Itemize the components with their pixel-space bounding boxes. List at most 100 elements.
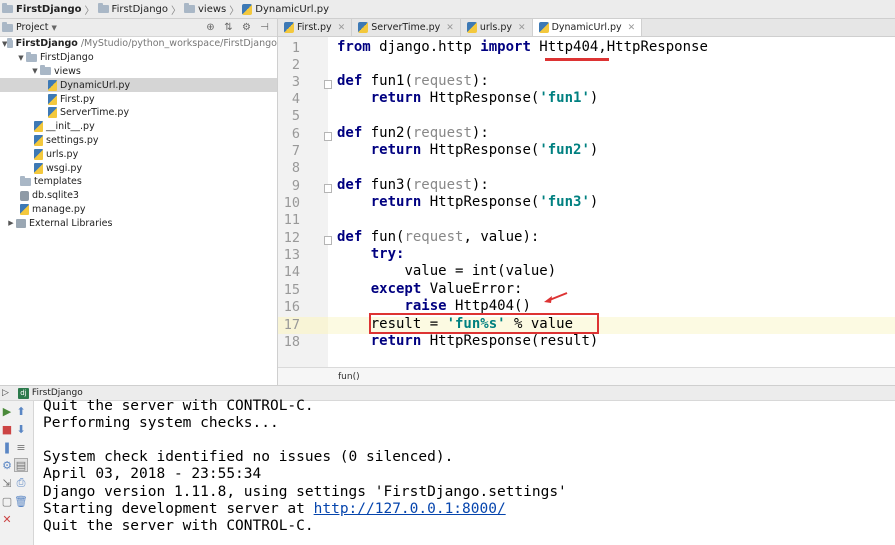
line-number: 6 [291,126,300,142]
locate-icon[interactable]: ⊕ [205,22,216,33]
close-icon[interactable]: ✕ [338,23,346,33]
editor-tab-bar: First.py ✕ ServerTime.py ✕ urls.py ✕ Dynami… [278,19,895,37]
tree-item-package[interactable]: ▼ FirstDjango [0,51,277,65]
stop-icon[interactable]: ■ [0,422,14,436]
folder-icon [7,37,13,48]
tree-item-first[interactable]: First.py [0,92,277,106]
fold-marker-icon[interactable] [324,80,332,89]
console-line: Quit the server with CONTROL-C. [43,518,314,534]
library-icon [16,218,26,228]
annotation-underline [545,58,609,61]
line-number: 4 [291,91,300,107]
code-line-4: return HttpResponse('fun1') [370,90,599,106]
chevron-right-icon: 〉 [84,5,95,17]
expand-arrow-icon[interactable]: ▶ [6,219,16,227]
breadcrumb-file[interactable]: DynamicUrl.py [242,3,329,15]
run-label-icon: ▷ [2,388,9,398]
line-number: 8 [291,160,300,176]
tree-item-urls[interactable]: urls.py [0,147,277,161]
close-icon[interactable]: ✕ [446,23,454,33]
pin-icon[interactable]: ⇲ [0,476,14,490]
line-number: 2 [291,57,300,73]
line-number: 9 [291,178,300,194]
code-line-12: def fun(request, value): [337,229,540,245]
code-line-15: except ValueError: [370,281,523,297]
tree-item-dynamicurl[interactable]: DynamicUrl.py [0,78,277,93]
python-file-icon [48,93,57,105]
code-line-1: from django.http import Http404,HttpResp… [337,39,708,55]
project-view-selector[interactable]: Project [16,22,49,33]
run-console-output[interactable]: Quit the server with CONTROL-C. Performi… [43,398,893,545]
annotation-highlight-box [369,313,599,334]
hide-icon[interactable]: ⊣ [259,22,270,33]
pause-icon[interactable]: ❚ [0,440,14,454]
annotation-arrow-icon [544,292,568,303]
tree-item-db[interactable]: db.sqlite3 [0,189,277,203]
print-icon[interactable]: ⎙ [14,476,28,490]
tab-dynamicurl[interactable]: DynamicUrl.py ✕ [532,19,643,36]
tree-item-settings[interactable]: settings.py [0,134,277,148]
line-number: 1 [291,40,300,56]
tree-item-views[interactable]: ▼ views [0,65,277,79]
rerun-icon[interactable]: ▶ [0,404,14,418]
close-icon[interactable]: ✕ [518,23,526,33]
project-panel-header: Project ▼ ⊕ ⇅ ⚙ ⊣ [0,19,277,37]
tab-urls[interactable]: urls.py ✕ [461,19,533,36]
fold-marker-icon[interactable] [324,236,332,245]
console-line: April 03, 2018 - 23:55:34 [43,466,262,482]
settings-icon[interactable]: ⚙ [0,458,14,472]
tree-item-project-root[interactable]: ▼ FirstDjango/MyStudio/python_workspace/F… [0,37,277,51]
project-icon [2,21,13,32]
tab-first[interactable]: First.py ✕ [278,19,353,36]
scroll-to-end-icon[interactable]: ▤ [14,458,28,472]
scroll-down-icon[interactable]: ⬇ [14,422,28,436]
line-number: 17 [283,317,300,333]
console-line: Performing system checks... [43,415,279,431]
code-line-10: return HttpResponse('fun3') [370,194,599,210]
tree-item-external-libraries[interactable]: ▶ External Libraries [0,216,277,230]
python-file-icon [34,148,43,160]
tree-item-servertime[interactable]: ServerTime.py [0,106,277,120]
code-editor[interactable]: 1 2 3 4 5 6 7 8 9 10 11 12 13 14 15 16 1… [278,37,895,385]
line-number: 11 [283,212,300,228]
python-file-icon [48,107,57,119]
chevron-right-icon: 〉 [229,5,240,17]
close-icon[interactable]: ✕ [0,512,14,526]
tab-servertime[interactable]: ServerTime.py ✕ [352,19,461,36]
line-number: 15 [283,282,300,298]
tree-item-init[interactable]: __init__.py [0,120,277,134]
folder-icon [40,65,51,76]
breadcrumb-project[interactable]: FirstDjango [2,3,82,15]
expand-arrow-icon[interactable]: ▼ [30,67,40,75]
gear-icon[interactable]: ⚙ [241,22,252,33]
layout-icon[interactable]: ▢ [0,494,14,508]
run-config-title[interactable]: FirstDjango [32,388,83,398]
fold-marker-icon[interactable] [324,132,332,141]
soft-wrap-icon[interactable]: ≡ [14,440,28,454]
expand-arrow-icon[interactable]: ▼ [16,54,26,62]
tree-item-templates[interactable]: templates [0,175,277,189]
collapse-icon[interactable]: ⇅ [223,22,234,33]
fold-marker-icon[interactable] [324,184,332,193]
tree-item-manage[interactable]: manage.py [0,203,277,217]
close-icon[interactable]: ✕ [628,23,636,33]
server-url-link[interactable]: http://127.0.0.1:8000/ [314,501,506,517]
python-file-icon [48,79,57,91]
tree-item-wsgi[interactable]: wsgi.py [0,161,277,175]
python-file-icon [538,22,549,33]
line-number: 5 [291,108,300,124]
keyword: def [337,73,363,89]
python-file-icon [358,22,369,33]
trash-icon[interactable]: 🗑 [14,494,28,508]
python-file-icon [466,22,477,33]
django-icon: dj [17,387,29,399]
console-line: System check identified no issues (0 sil… [43,449,454,465]
code-line-14: value = int(value) [404,263,557,279]
scroll-up-icon[interactable]: ⬆ [14,404,28,418]
breadcrumb-function-status[interactable]: fun() [278,367,895,385]
project-tree: ▼ FirstDjango/MyStudio/python_workspace/F… [0,37,277,230]
console-line: Quit the server with CONTROL-C. [43,398,314,414]
dropdown-icon[interactable]: ▼ [52,24,57,32]
breadcrumb-views[interactable]: views [184,3,226,15]
breadcrumb-package[interactable]: FirstDjango [97,3,168,15]
